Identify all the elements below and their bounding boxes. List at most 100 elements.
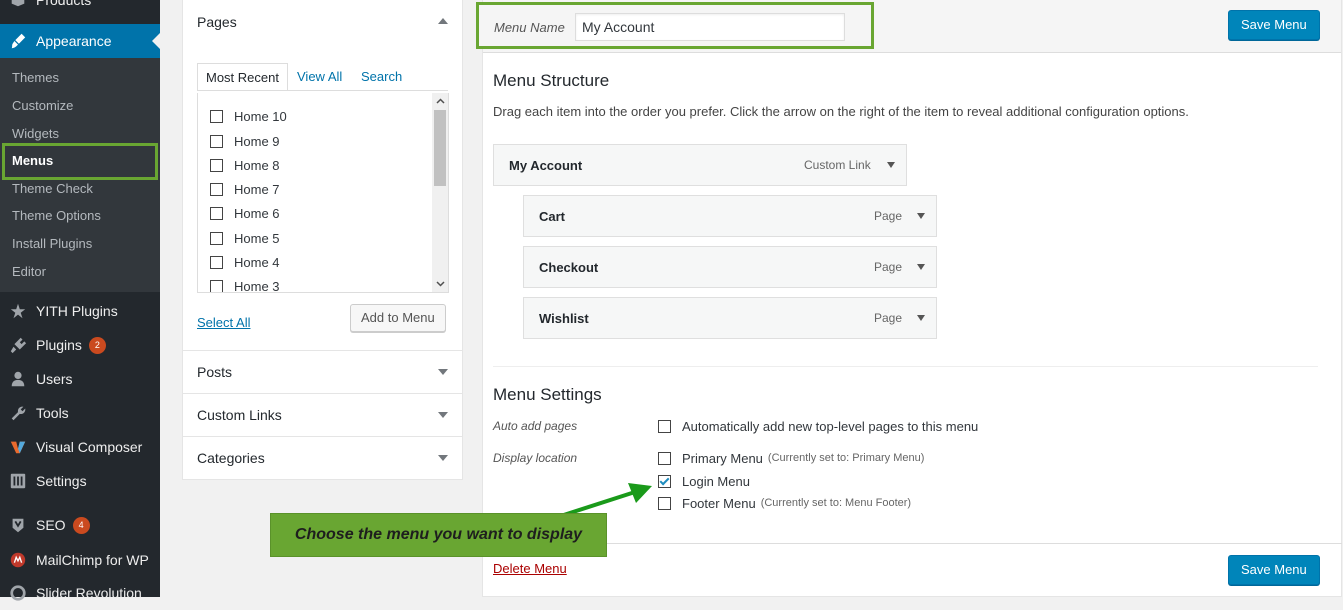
item-toggle-arrow-icon[interactable] — [917, 315, 925, 321]
sidebar-item-settings[interactable]: Settings — [0, 464, 160, 498]
page-checkbox[interactable] — [210, 206, 223, 220]
page-checkbox[interactable] — [210, 279, 223, 292]
sidebar-item-mailchimp[interactable]: MailChimp for WP — [0, 543, 160, 577]
select-all-link[interactable]: Select All — [197, 315, 250, 330]
submenu-item-editor[interactable]: Editor — [12, 261, 46, 283]
sidebar-item-visual-composer[interactable]: Visual Composer — [0, 430, 160, 464]
menu-item-my-account[interactable]: My Account Custom Link — [493, 144, 907, 186]
settings-icon — [8, 471, 28, 491]
submenu-item-menus[interactable]: Menus — [12, 150, 53, 172]
delete-menu-link[interactable]: Delete Menu — [493, 561, 567, 576]
page-checkbox[interactable] — [210, 134, 223, 148]
page-checkbox[interactable] — [210, 158, 223, 172]
scroll-down-icon[interactable] — [435, 279, 445, 289]
collapse-arrow-icon[interactable] — [438, 18, 448, 24]
sidebar-item-seo[interactable]: SEO 4 — [0, 508, 160, 542]
page-checkbox[interactable] — [210, 231, 223, 245]
auto-add-checkbox[interactable] — [658, 419, 671, 433]
expand-arrow-icon[interactable] — [438, 412, 448, 418]
list-item[interactable]: Home 9 — [210, 131, 280, 151]
page-label: Home 5 — [234, 230, 280, 246]
expand-arrow-icon[interactable] — [438, 369, 448, 375]
list-item[interactable]: Home 6 — [210, 203, 280, 223]
menu-settings-heading: Menu Settings — [493, 385, 602, 404]
menu-item-title: Wishlist — [539, 311, 589, 326]
sidebar-item-plugins[interactable]: Plugins 2 — [0, 328, 160, 362]
menu-item-type: Page — [874, 260, 903, 274]
sidebar-item-appearance[interactable]: Appearance — [0, 24, 160, 58]
expand-arrow-icon[interactable] — [438, 455, 448, 461]
menu-item-type: Page — [874, 311, 903, 325]
categories-metabox[interactable]: Categories — [182, 436, 463, 480]
page-checkbox[interactable] — [210, 109, 223, 123]
primary-menu-checkbox[interactable] — [658, 451, 671, 465]
submenu-item-theme-check[interactable]: Theme Check — [12, 178, 93, 200]
yoast-icon — [8, 515, 28, 535]
menu-name-label: Menu Name — [494, 20, 565, 35]
menu-item-cart[interactable]: Cart Page — [523, 195, 937, 237]
sidebar-item-users[interactable]: Users — [0, 362, 160, 396]
menu-structure-description: Drag each item into the order you prefer… — [493, 104, 1189, 119]
page-label: Home 10 — [234, 108, 287, 124]
scrollbar[interactable] — [432, 93, 448, 292]
scroll-up-icon[interactable] — [435, 96, 445, 106]
page-checkbox[interactable] — [210, 255, 223, 269]
list-item[interactable]: Home 8 — [210, 155, 280, 175]
add-to-menu-button[interactable]: Add to Menu — [350, 304, 446, 332]
item-toggle-arrow-icon[interactable] — [917, 213, 925, 219]
scroll-thumb[interactable] — [434, 110, 446, 186]
sidebar-item-tools[interactable]: Tools — [0, 396, 160, 430]
submenu-item-install-plugins[interactable]: Install Plugins — [12, 233, 92, 255]
item-toggle-arrow-icon[interactable] — [887, 162, 895, 168]
pages-checklist[interactable]: Home 10 Home 9 Home 8 Home 7 Home 6 Home… — [197, 93, 449, 293]
tab-search[interactable]: Search — [353, 63, 410, 91]
admin-sidebar: Products Appearance Themes Customize Wid… — [0, 0, 160, 601]
display-location-label: Display location — [493, 451, 578, 465]
custom-links-metabox-title: Custom Links — [197, 407, 282, 423]
menu-item-checkout[interactable]: Checkout Page — [523, 246, 937, 288]
page-label: Home 4 — [234, 254, 280, 270]
auto-add-option[interactable]: Automatically add new top-level pages to… — [658, 416, 978, 436]
list-item[interactable]: Home 10 — [210, 106, 287, 126]
products-icon — [8, 0, 28, 10]
submenu-item-widgets[interactable]: Widgets — [12, 123, 59, 145]
menu-name-input[interactable] — [575, 13, 845, 41]
page-checkbox[interactable] — [210, 182, 223, 196]
menu-item-title: Cart — [539, 209, 566, 224]
pages-metabox-title[interactable]: Pages — [197, 14, 237, 30]
list-item[interactable]: Home 5 — [210, 228, 280, 248]
submenu-item-themes[interactable]: Themes — [12, 67, 59, 89]
list-item[interactable]: Home 3 — [210, 276, 280, 293]
divider — [493, 366, 1318, 367]
sidebar-item-label: SEO — [36, 517, 66, 533]
sidebar-item-yith-plugins[interactable]: YITH Plugins — [0, 294, 160, 328]
posts-metabox-title: Posts — [197, 364, 233, 380]
footer-divider — [482, 543, 1342, 544]
submenu-item-theme-options[interactable]: Theme Options — [12, 205, 101, 227]
submenu-item-customize[interactable]: Customize — [12, 95, 73, 117]
sidebar-item-products[interactable]: Products — [0, 0, 160, 17]
location-login-menu[interactable]: Login Menu — [658, 471, 750, 491]
tab-view-all[interactable]: View All — [289, 63, 350, 91]
location-name: Primary Menu — [682, 450, 763, 466]
yith-icon — [8, 301, 28, 321]
list-item[interactable]: Home 7 — [210, 179, 280, 199]
menu-item-wishlist[interactable]: Wishlist Page — [523, 297, 937, 339]
users-icon — [8, 369, 28, 389]
paintbrush-icon — [8, 31, 28, 51]
save-menu-button[interactable]: Save Menu — [1228, 10, 1320, 40]
posts-metabox[interactable]: Posts — [182, 350, 463, 394]
page-label: Home 3 — [234, 278, 280, 293]
auto-add-text: Automatically add new top-level pages to… — [682, 418, 979, 434]
location-footer-menu[interactable]: Footer Menu (Currently set to: Menu Foot… — [658, 493, 911, 513]
menu-structure-heading: Menu Structure — [493, 71, 610, 90]
sidebar-item-label: Appearance — [36, 33, 112, 49]
sidebar-item-slider-revolution[interactable]: Slider Revolution — [0, 576, 160, 610]
list-item[interactable]: Home 4 — [210, 252, 280, 272]
custom-links-metabox[interactable]: Custom Links — [182, 393, 463, 437]
location-primary-menu[interactable]: Primary Menu (Currently set to: Primary … — [658, 448, 924, 468]
tab-most-recent[interactable]: Most Recent — [197, 63, 288, 91]
item-toggle-arrow-icon[interactable] — [917, 264, 925, 270]
save-menu-button-bottom[interactable]: Save Menu — [1228, 555, 1320, 585]
categories-metabox-title: Categories — [197, 450, 265, 466]
